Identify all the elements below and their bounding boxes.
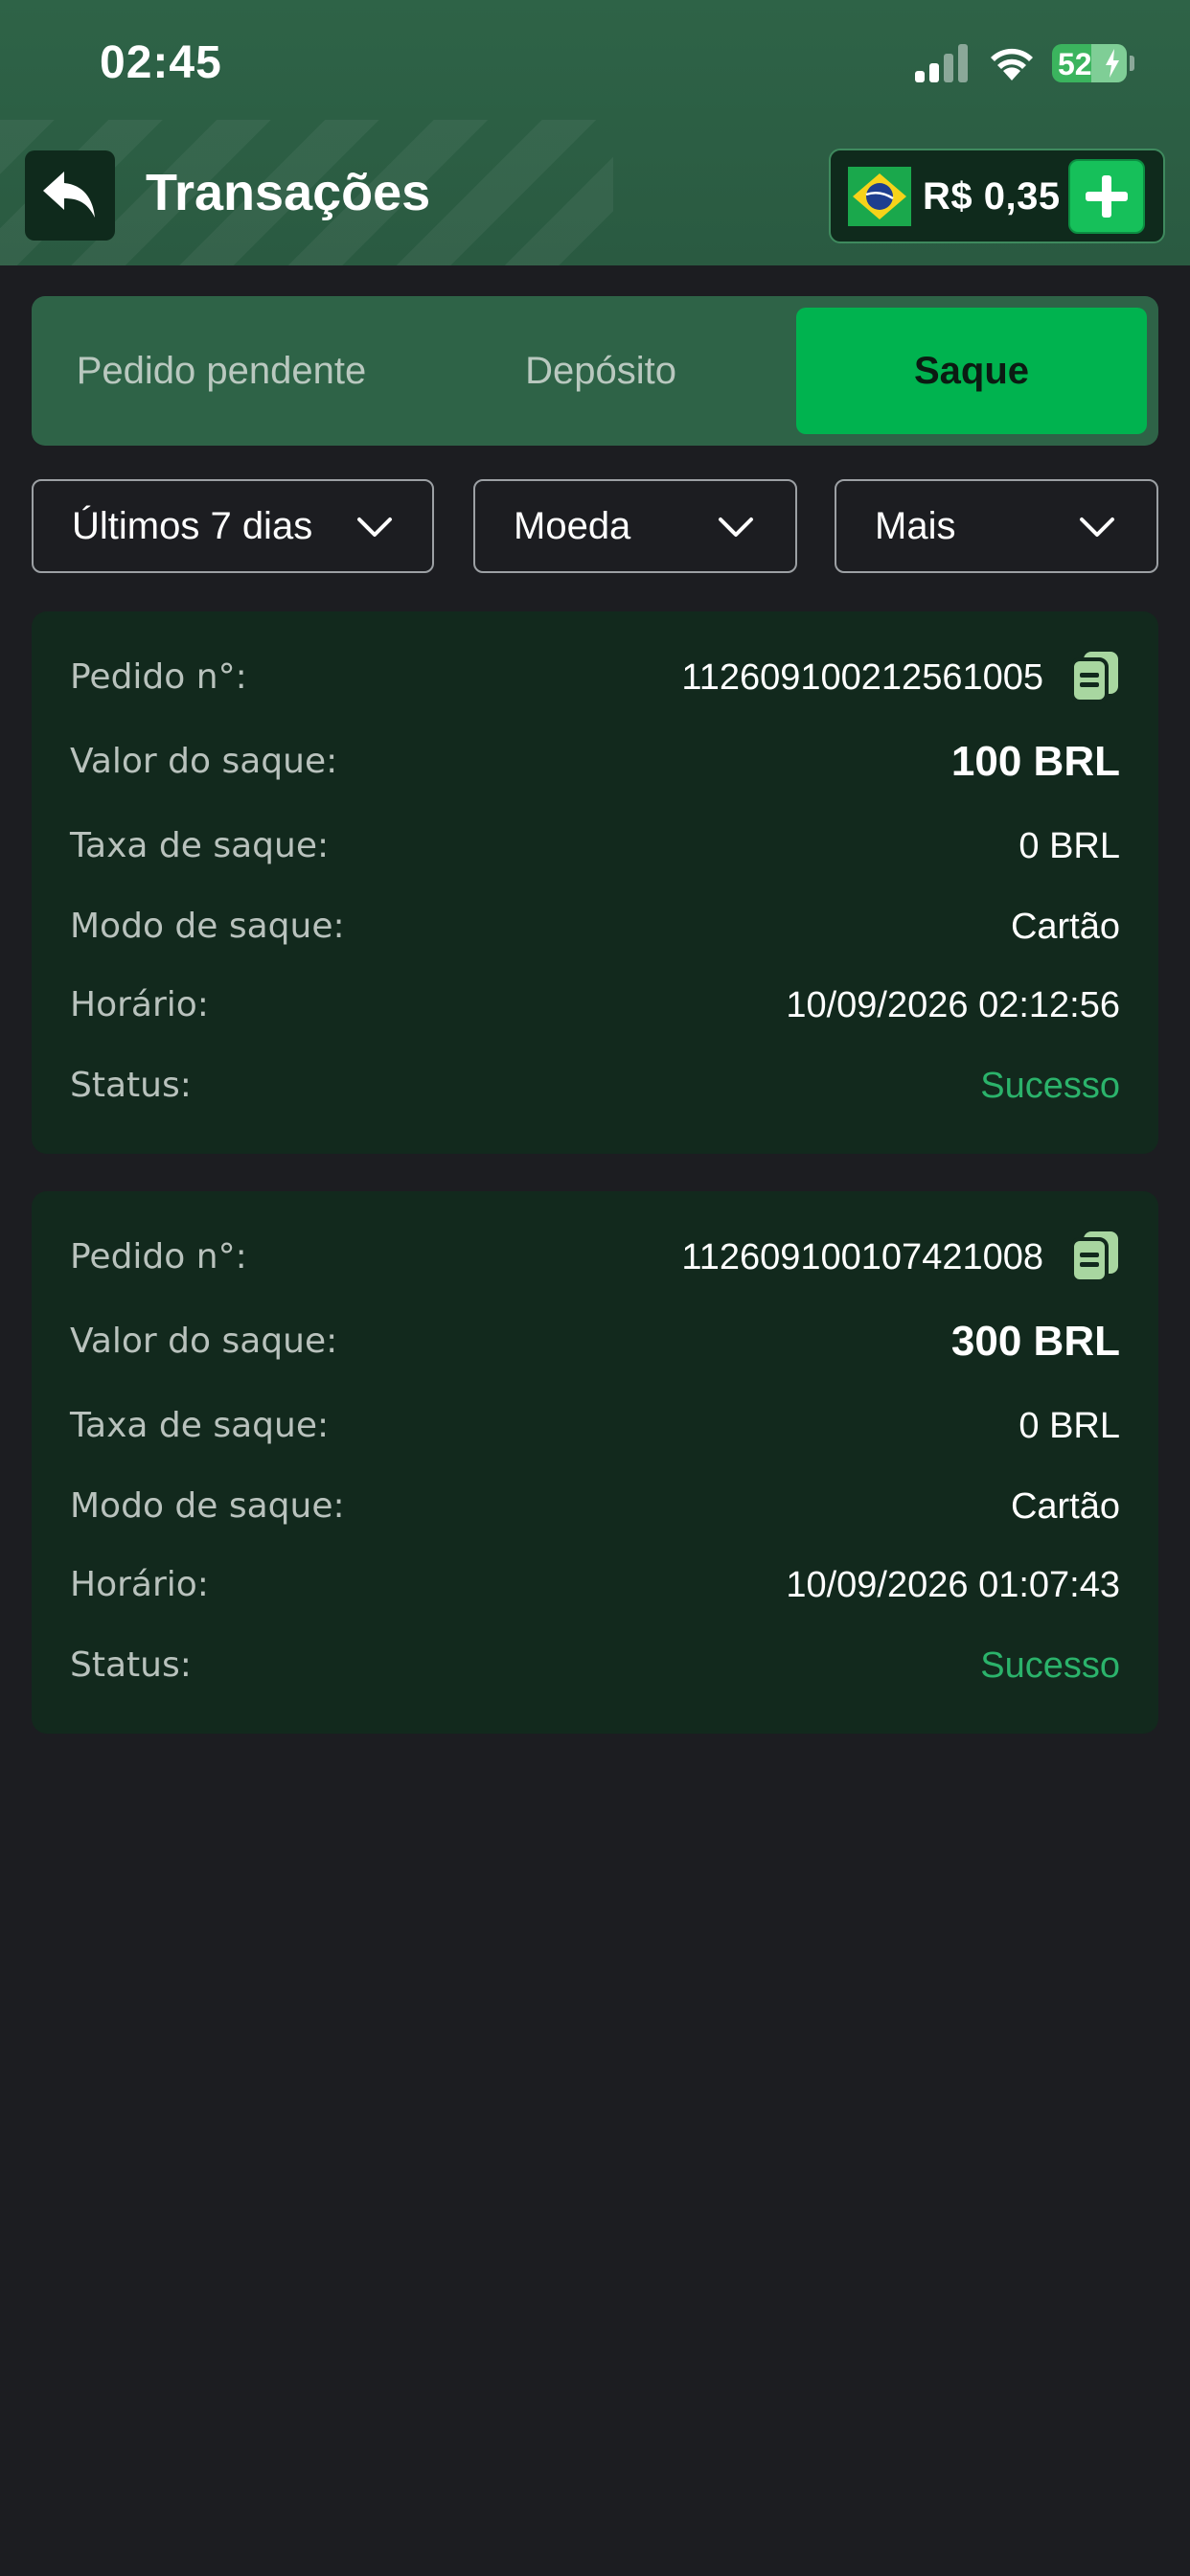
amount-label: Valor do saque: (70, 1322, 338, 1361)
back-arrow-icon (43, 172, 95, 218)
mode-value: Cartão (1010, 1486, 1120, 1527)
time-value: 10/09/2026 02:12:56 (786, 985, 1120, 1025)
more-filters-dropdown[interactable]: Mais (835, 479, 1158, 573)
chevron-down-icon (357, 518, 392, 537)
time-value: 10/09/2026 01:07:43 (786, 1565, 1120, 1605)
date-range-label: Últimos 7 dias (72, 505, 313, 547)
back-button[interactable] (25, 150, 115, 241)
copy-icon[interactable] (1070, 1230, 1120, 1283)
currency-label: Moeda (514, 505, 631, 547)
battery-level: 52 (1058, 47, 1092, 81)
brazil-flag-icon (848, 167, 911, 226)
copy-icon[interactable] (1070, 650, 1120, 703)
mode-row: Modo de saque: Cartão (70, 1486, 1120, 1544)
balance-box[interactable]: R$ 0,35 (829, 149, 1165, 243)
mode-row: Modo de saque: Cartão (70, 907, 1120, 964)
charging-bolt-icon (1106, 49, 1119, 78)
amount-row: Valor do saque: 300 BRL (70, 1318, 1120, 1379)
order-number-value: 112609100212561005 (681, 657, 1043, 698)
mode-value: Cartão (1010, 907, 1120, 947)
tab-withdraw[interactable]: Saque (796, 308, 1147, 434)
fee-label: Taxa de saque: (70, 826, 330, 865)
status-badge: Sucesso (980, 1645, 1120, 1686)
fee-row: Taxa de saque: 0 BRL (70, 826, 1120, 884)
amount-row: Valor do saque: 100 BRL (70, 738, 1120, 799)
time-label: Horário: (70, 1565, 209, 1604)
date-range-dropdown[interactable]: Últimos 7 dias (32, 479, 434, 573)
wifi-icon (991, 48, 1033, 80)
amount-value: 100 BRL (950, 738, 1120, 785)
battery-cap (1130, 56, 1134, 71)
mode-label: Modo de saque: (70, 907, 345, 946)
time-row: Horário: 10/09/2026 02:12:56 (70, 985, 1120, 1043)
order-number-value: 112609100107421008 (681, 1237, 1043, 1277)
order-number-label: Pedido n°: (70, 1237, 247, 1276)
status-row: Status: Sucesso (70, 1645, 1120, 1703)
more-filters-label: Mais (875, 505, 956, 547)
time-row: Horário: 10/09/2026 01:07:43 (70, 1565, 1120, 1622)
tab-deposit[interactable]: Depósito (411, 308, 790, 434)
fee-value: 0 BRL (1018, 826, 1120, 866)
order-number-row: Pedido n°: 112609100107421008 (70, 1231, 1120, 1295)
status-time: 02:45 (100, 37, 222, 88)
header: 02:45 52 Transações R$ 0,35 (0, 0, 1190, 265)
status-label: Status: (70, 1066, 192, 1105)
status-badge: Sucesso (980, 1066, 1120, 1106)
transaction-type-tabs: Pedido pendente Depósito Saque (32, 296, 1158, 446)
status-label: Status: (70, 1645, 192, 1685)
status-row: Status: Sucesso (70, 1066, 1120, 1123)
add-funds-button[interactable] (1068, 159, 1145, 234)
tab-pending-order[interactable]: Pedido pendente (32, 308, 411, 434)
page-title: Transações (146, 164, 431, 221)
currency-dropdown[interactable]: Moeda (473, 479, 797, 573)
cellular-signal-icon (915, 44, 968, 82)
plus-icon (1086, 175, 1128, 218)
mode-label: Modo de saque: (70, 1486, 345, 1526)
fee-value: 0 BRL (1018, 1406, 1120, 1446)
time-label: Horário: (70, 985, 209, 1024)
order-number-label: Pedido n°: (70, 657, 247, 697)
transaction-card: Pedido n°: 112609100107421008 Valor do s… (32, 1191, 1158, 1734)
fee-row: Taxa de saque: 0 BRL (70, 1406, 1120, 1463)
transaction-card: Pedido n°: 112609100212561005 Valor do s… (32, 611, 1158, 1154)
chevron-down-icon (719, 518, 753, 537)
order-number-row: Pedido n°: 112609100212561005 (70, 652, 1120, 715)
chevron-down-icon (1080, 518, 1114, 537)
battery-indicator: 52 (1052, 44, 1127, 82)
amount-label: Valor do saque: (70, 742, 338, 781)
fee-label: Taxa de saque: (70, 1406, 330, 1445)
balance-amount: R$ 0,35 (923, 175, 1061, 218)
amount-value: 300 BRL (950, 1318, 1120, 1365)
